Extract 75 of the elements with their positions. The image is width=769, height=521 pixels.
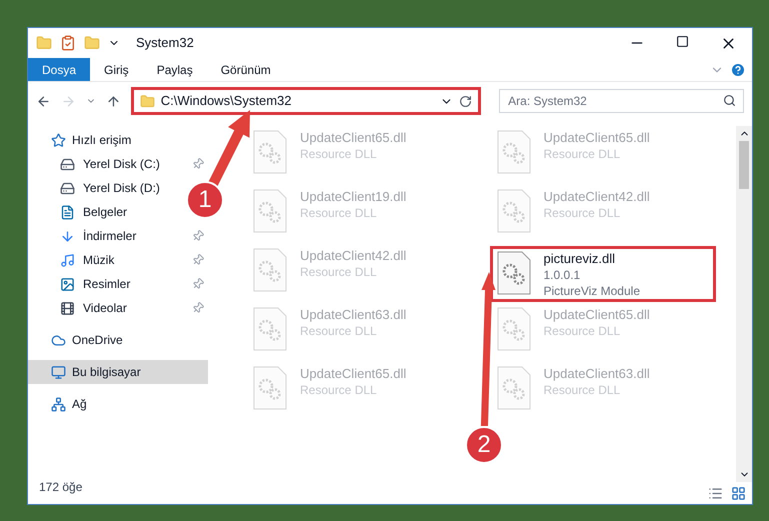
window-title: System32 — [136, 34, 194, 52]
file-description: Resource DLL — [544, 323, 622, 339]
drive-icon — [60, 180, 75, 196]
sidebar-item[interactable]: Yerel Disk (C:) — [28, 152, 208, 176]
properties-icon[interactable] — [60, 35, 76, 51]
file-name: UpdateClient19.dll — [300, 189, 406, 205]
search-icon[interactable] — [722, 94, 736, 107]
sidebar-item[interactable]: Resimler — [28, 272, 208, 296]
document-icon — [60, 204, 75, 220]
file-name: UpdateClient65.dll — [544, 307, 650, 323]
file-name: UpdateClient42.dll — [544, 189, 650, 205]
file-version: 1.0.0.1 — [544, 267, 582, 283]
sidebar-item[interactable]: Bu bilgisayar — [28, 360, 208, 384]
file-name: UpdateClient63.dll — [544, 366, 650, 382]
file-description: Resource DLL — [544, 382, 622, 398]
dll-file-icon — [496, 130, 532, 174]
file-name: pictureviz.dll — [544, 251, 616, 267]
sidebar-item[interactable]: OneDrive — [28, 328, 208, 352]
file-description: Resource DLL — [300, 205, 378, 221]
ribbon-tab[interactable]: Görünüm — [206, 58, 285, 81]
file-description: Resource DLL — [300, 146, 378, 162]
star-icon — [51, 132, 66, 148]
address-path: C:\Windows\System32 — [160, 92, 292, 110]
sidebar-item[interactable]: Müzik — [28, 248, 208, 272]
network-icon — [51, 396, 66, 412]
details-view-icon[interactable] — [708, 486, 723, 500]
monitor-icon — [51, 364, 66, 380]
sidebar-item[interactable]: İndirmeler — [28, 224, 208, 248]
help-icon[interactable] — [730, 62, 746, 78]
scroll-thumb[interactable] — [739, 141, 749, 189]
file-tile[interactable]: pictureviz.dll 1.0.0.1 PictureViz Module — [490, 246, 716, 302]
file-description: Resource DLL — [300, 323, 378, 339]
file-name: UpdateClient42.dll — [300, 248, 406, 264]
back-icon[interactable] — [36, 94, 51, 108]
dll-file-icon — [496, 189, 532, 233]
picture-icon — [60, 276, 75, 292]
file-description: Resource DLL — [544, 146, 622, 162]
file-name: UpdateClient65.dll — [300, 366, 406, 382]
item-count: 172 öğe — [38, 479, 84, 496]
scrollbar[interactable] — [736, 126, 752, 482]
address-field[interactable]: C:\Windows\System32 — [130, 87, 482, 115]
file-description: PictureViz Module — [544, 283, 640, 299]
dll-file-icon — [496, 307, 532, 351]
dll-file-icon — [252, 130, 288, 174]
sidebar-item[interactable]: Ağ — [28, 392, 208, 416]
dll-file-icon — [496, 251, 532, 295]
dll-file-icon — [496, 366, 532, 410]
sidebar-item[interactable]: Yerel Disk (D:) — [28, 176, 162, 200]
file-description: Resource DLL — [544, 205, 622, 221]
file-name: UpdateClient63.dll — [300, 307, 406, 323]
film-icon — [60, 300, 75, 316]
file-description: Resource DLL — [300, 382, 378, 398]
file-description: Resource DLL — [300, 264, 378, 280]
maximize-icon[interactable] — [676, 34, 689, 48]
dll-file-icon — [252, 366, 288, 410]
drive-icon — [60, 156, 75, 172]
search-field[interactable]: Ara: System32 — [499, 89, 744, 113]
download-icon — [60, 228, 75, 244]
file-name: UpdateClient65.dll — [300, 130, 406, 146]
dll-file-icon — [252, 307, 288, 351]
dll-file-icon — [252, 189, 288, 233]
sidebar-item[interactable]: Hızlı erişim — [28, 128, 208, 152]
sidebar-item[interactable]: Videolar — [28, 296, 208, 320]
cloud-icon — [51, 332, 66, 348]
up-icon[interactable] — [106, 94, 121, 108]
ribbon-tab[interactable]: Paylaş — [142, 58, 207, 81]
tiles-view-icon[interactable] — [731, 486, 746, 500]
music-icon — [60, 252, 75, 268]
sidebar-item[interactable]: Belgeler — [28, 200, 130, 224]
folder-icon — [140, 94, 155, 108]
refresh-icon[interactable] — [459, 94, 472, 108]
dll-file-icon — [252, 248, 288, 292]
ribbon-tab[interactable]: Dosya — [28, 58, 90, 81]
ribbon-tab[interactable]: Giriş — [90, 58, 143, 81]
file-name: UpdateClient65.dll — [544, 130, 650, 146]
